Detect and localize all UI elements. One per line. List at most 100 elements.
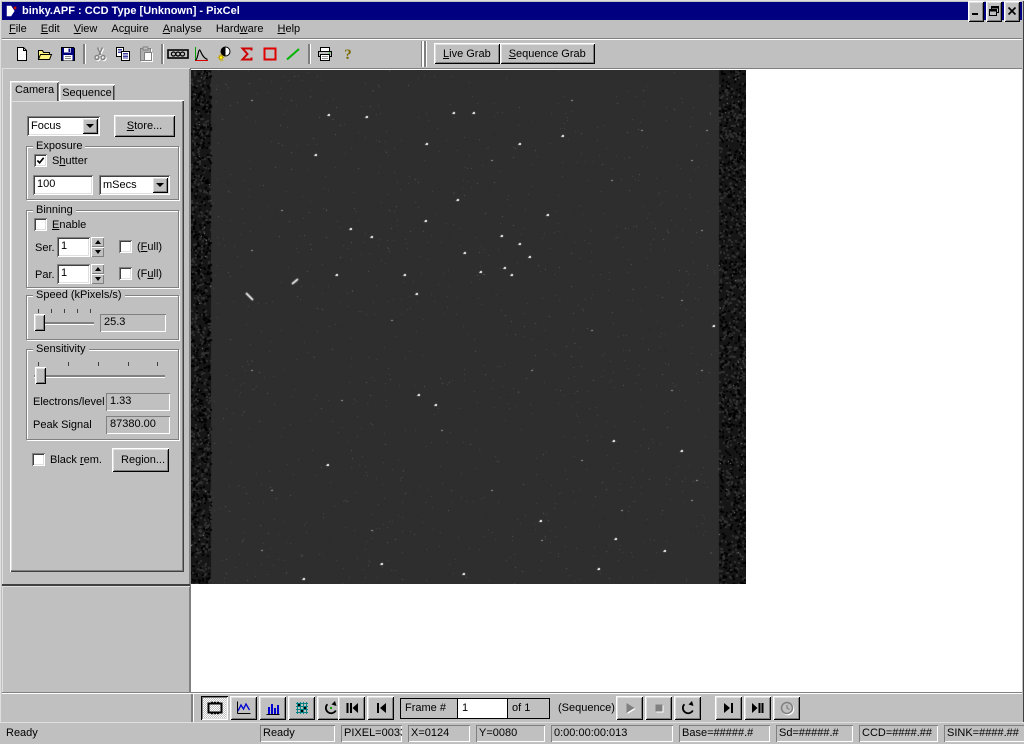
timer-clock-button bbox=[773, 696, 800, 720]
frame-number-input[interactable]: 1 bbox=[457, 698, 508, 719]
status-bar: Ready ReadyPIXEL=00331X=0124Y=00800:00:0… bbox=[0, 722, 1024, 744]
step-back-button[interactable] bbox=[367, 696, 394, 720]
camera-control-panel: Camera Sequence Focus Store... Exposure … bbox=[2, 68, 190, 692]
svg-text:?: ? bbox=[344, 47, 352, 62]
electrons-level-value: 1.33 bbox=[106, 393, 170, 411]
toolbar-separator bbox=[157, 44, 166, 64]
new-file-icon bbox=[14, 46, 30, 62]
step-forward-button[interactable] bbox=[715, 696, 742, 720]
checkbox-icon bbox=[32, 453, 45, 466]
status-panel-base: Base=#####.# bbox=[679, 725, 770, 742]
play-icon bbox=[622, 700, 638, 716]
region-button[interactable]: Region... bbox=[112, 448, 169, 472]
checkbox-checked-icon bbox=[34, 154, 47, 167]
ccd-readout-button[interactable] bbox=[166, 43, 189, 65]
parallel-binning-stepper[interactable] bbox=[91, 264, 104, 284]
bar-chart-button[interactable] bbox=[259, 696, 286, 720]
tab-sequence[interactable]: Sequence bbox=[59, 84, 115, 101]
loop-button[interactable] bbox=[674, 696, 701, 720]
shutter-checkbox[interactable]: Shutter bbox=[34, 154, 87, 167]
status-panel-y-0080: Y=0080 bbox=[476, 725, 545, 742]
menu-help[interactable]: Help bbox=[271, 21, 308, 37]
print-button[interactable] bbox=[313, 43, 336, 65]
film-frame-icon bbox=[207, 700, 223, 716]
grid-table-icon bbox=[294, 700, 310, 716]
checkbox-icon bbox=[34, 218, 47, 231]
grid-table-button[interactable] bbox=[288, 696, 315, 720]
serial-full-checkbox[interactable]: (Full) bbox=[119, 240, 162, 253]
goto-first-button[interactable] bbox=[338, 696, 365, 720]
brightness-contrast-button[interactable] bbox=[212, 43, 235, 65]
save-floppy-button[interactable] bbox=[56, 43, 79, 65]
tab-camera[interactable]: Camera bbox=[10, 81, 59, 101]
restore-button[interactable] bbox=[986, 1, 1002, 22]
sensitivity-slider-thumb[interactable] bbox=[35, 367, 46, 384]
spin-up-icon[interactable] bbox=[91, 264, 104, 274]
help-question-icon: ? bbox=[340, 46, 356, 62]
dropdown-arrow-icon[interactable] bbox=[82, 118, 98, 134]
dropdown-arrow-icon[interactable] bbox=[152, 177, 168, 193]
line-profile-button[interactable] bbox=[281, 43, 304, 65]
spin-up-icon[interactable] bbox=[91, 237, 104, 247]
parallel-full-label: (Full) bbox=[137, 268, 162, 280]
pixcel-window: binky.APF : CCD Type [Unknown] - PixCel … bbox=[0, 0, 1024, 744]
minimize-button[interactable] bbox=[968, 1, 984, 22]
menu-edit[interactable]: Edit bbox=[34, 21, 67, 37]
speed-slider-thumb[interactable] bbox=[34, 314, 45, 331]
help-question-button[interactable]: ? bbox=[336, 43, 359, 65]
sum-sigma-button[interactable] bbox=[235, 43, 258, 65]
menu-analyse[interactable]: Analyse bbox=[156, 21, 209, 37]
paste-clipboard-icon bbox=[138, 46, 154, 62]
parallel-full-checkbox[interactable]: (Full) bbox=[119, 267, 162, 280]
frame-number-label: Frame # bbox=[400, 698, 458, 719]
serial-binning-stepper[interactable] bbox=[91, 237, 104, 257]
histogram-button[interactable] bbox=[189, 43, 212, 65]
black-removal-checkbox[interactable]: Black rem. bbox=[32, 453, 102, 466]
exposure-units-value: mSecs bbox=[99, 179, 152, 191]
sequence-grab-button[interactable]: Sequence Grab bbox=[500, 43, 595, 64]
shutter-label: Shutter bbox=[52, 155, 87, 167]
readout-mode-select[interactable]: Focus bbox=[27, 116, 100, 136]
goto-last-button[interactable] bbox=[744, 696, 771, 720]
open-folder-icon bbox=[37, 46, 53, 62]
store-button[interactable]: Store... bbox=[114, 115, 175, 137]
parallel-binning-input[interactable]: 1 bbox=[57, 264, 90, 284]
status-panel-0-00-00-00-013: 0:00:00:00:013 bbox=[551, 725, 673, 742]
new-file-button[interactable] bbox=[10, 43, 33, 65]
loop-icon bbox=[680, 700, 696, 716]
binning-enable-checkbox[interactable]: Enable bbox=[34, 218, 86, 231]
film-frame-button[interactable] bbox=[201, 696, 228, 720]
panel-divider bbox=[2, 584, 190, 586]
menu-hardware[interactable]: Hardware bbox=[209, 21, 271, 37]
sum-sigma-icon bbox=[239, 46, 255, 62]
close-button[interactable] bbox=[1004, 1, 1020, 22]
exposure-time-input[interactable]: 100 bbox=[33, 175, 93, 195]
copy-pages-button[interactable] bbox=[111, 43, 134, 65]
line-plot-button[interactable] bbox=[230, 696, 257, 720]
region-box-button[interactable] bbox=[258, 43, 281, 65]
status-panel-ccd: CCD=####.## bbox=[859, 725, 938, 742]
parallel-binning-label: Par. bbox=[35, 269, 55, 281]
spin-down-icon[interactable] bbox=[91, 247, 104, 257]
menu-view[interactable]: View bbox=[67, 21, 105, 37]
menu-acquire[interactable]: Acquire bbox=[104, 21, 155, 37]
brightness-contrast-icon bbox=[216, 46, 232, 62]
minimize-icon bbox=[970, 6, 982, 16]
status-panel-sink: SINK=####.## bbox=[944, 725, 1024, 742]
spin-down-icon[interactable] bbox=[91, 274, 104, 284]
menu-file[interactable]: File bbox=[2, 21, 34, 37]
serial-binning-input[interactable]: 1 bbox=[57, 237, 90, 257]
view-mode-buttons bbox=[201, 696, 344, 720]
live-grab-button[interactable]: Live Grab bbox=[434, 43, 500, 64]
goto-first-icon bbox=[344, 700, 360, 716]
open-folder-button[interactable] bbox=[33, 43, 56, 65]
save-floppy-icon bbox=[60, 46, 76, 62]
step-back-icon bbox=[373, 700, 389, 716]
histogram-icon bbox=[193, 46, 209, 62]
cycle-icon bbox=[323, 700, 339, 716]
grab-buttons: Live Grab Sequence Grab bbox=[434, 43, 595, 64]
ccd-image[interactable] bbox=[191, 70, 746, 584]
exposure-units-select[interactable]: mSecs bbox=[99, 175, 170, 195]
main-area: Camera Sequence Focus Store... Exposure … bbox=[2, 68, 1022, 692]
menubar: FileEditViewAcquireAnalyseHardwareHelp bbox=[2, 20, 1022, 38]
